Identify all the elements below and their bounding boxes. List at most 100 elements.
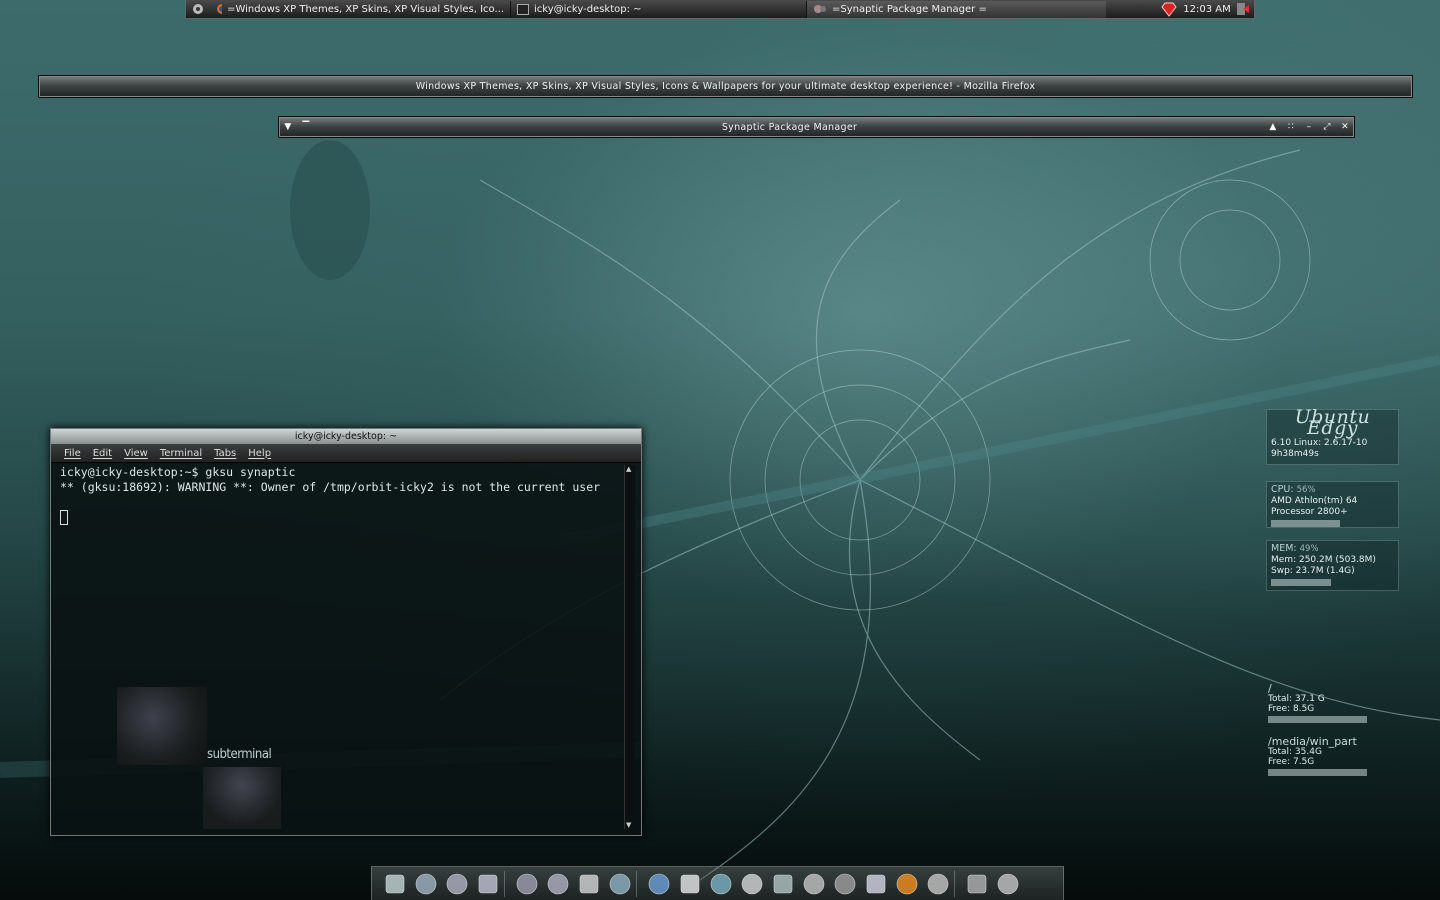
- tray-ruby-icon-button[interactable]: [1156, 1, 1182, 17]
- fs-total: Total: 35.4G: [1268, 747, 1322, 757]
- synaptic-icon: [814, 5, 826, 13]
- terminal-line: ** (gksu:18692): WARNING **: Owner of /t…: [60, 480, 601, 494]
- synaptic-window-titlebar[interactable]: ▼ ▔ Synaptic Package Manager ▲ ∷ – ⤢ ✕: [278, 116, 1355, 138]
- sword-launcher[interactable]: [737, 869, 767, 899]
- maximize-button[interactable]: ⤢: [1318, 122, 1336, 132]
- close-button[interactable]: ✕: [1336, 122, 1354, 132]
- terminal-output[interactable]: icky@icky-desktop:~$ gksu synaptic ** (g…: [57, 463, 623, 829]
- terminal-icon: [517, 3, 529, 15]
- taskbar-item-firefox[interactable]: =Windows XP Themes, XP Skins, XP Visual …: [210, 1, 510, 18]
- display-icon: [415, 873, 437, 894]
- opera-launcher[interactable]: [675, 869, 705, 899]
- logout-button[interactable]: [1232, 2, 1254, 16]
- pen-launcher[interactable]: [923, 869, 953, 899]
- scroll-up-arrow-icon[interactable]: ▲: [626, 465, 631, 473]
- calendar-launcher[interactable]: [574, 869, 604, 899]
- bin-icon: [997, 873, 1019, 894]
- firefox-window-titlebar[interactable]: Windows XP Themes, XP Skins, XP Visual S…: [38, 75, 1413, 98]
- gimp-launcher[interactable]: [830, 869, 860, 899]
- calendar-icon: [579, 874, 599, 893]
- mem-percent: 49%: [1299, 544, 1319, 554]
- display-launcher[interactable]: [411, 869, 441, 899]
- cpu-percent: 56%: [1296, 485, 1316, 495]
- top-panel: =Windows XP Themes, XP Skins, XP Visual …: [185, 0, 1255, 19]
- monitor-launcher[interactable]: [512, 869, 542, 899]
- menu-terminal[interactable]: Terminal: [160, 448, 202, 459]
- terminal-window: icky@icky-desktop: ~ File Edit View Term…: [50, 428, 642, 836]
- network-icon-2: [478, 874, 498, 893]
- users-icon: [773, 874, 793, 893]
- terminal-line: icky@icky-desktop:~$ gksu synaptic: [60, 465, 296, 479]
- unshade-button[interactable]: ▲: [1264, 122, 1282, 132]
- mem-label: MEM:: [1271, 543, 1297, 554]
- conky-system-box: Ubuntu Edgy 6.10 Linux: 2.6.17-10 9h38m4…: [1266, 406, 1399, 465]
- menu-edit[interactable]: Edit: [93, 448, 112, 459]
- firefox-icon: [217, 4, 223, 14]
- window-menu-button[interactable]: ▼: [279, 122, 297, 132]
- monitor-2-launcher[interactable]: [543, 869, 573, 899]
- terminal-menubar: File Edit View Terminal Tabs Help: [51, 444, 641, 463]
- conky-memory-box: MEM: 49% Mem: 250.2M (503.8M) Swp: 23.7M…: [1266, 540, 1399, 591]
- cpu-label: CPU:: [1271, 484, 1294, 495]
- speaker-icon: [967, 874, 987, 893]
- gear-launcher[interactable]: [605, 869, 635, 899]
- shade-button[interactable]: ▔: [297, 122, 315, 132]
- distro-logo: Ubuntu Edgy: [1294, 406, 1371, 439]
- firefox-launcher[interactable]: [644, 869, 674, 899]
- main-menu-button[interactable]: [186, 0, 210, 19]
- taskbar-label: =Windows XP Themes, XP Skins, XP Visual …: [227, 3, 504, 15]
- cpu-name: AMD Athlon(tm) 64: [1271, 496, 1358, 506]
- cpu-usage-bar: [1271, 520, 1340, 527]
- taskbar-label: icky@icky-desktop: ~: [534, 3, 642, 15]
- mem-line: Mem: 250.2M (503.8M): [1271, 555, 1376, 565]
- terminal-titlebar[interactable]: icky@icky-desktop: ~: [51, 429, 641, 444]
- swap-line: Swp: 23.7M (1.4G): [1271, 566, 1355, 576]
- fs-free: Free: 7.5G: [1268, 757, 1315, 767]
- gimp-icon: [834, 873, 856, 894]
- taskbar-item-synaptic[interactable]: =Synaptic Package Manager =: [806, 0, 1106, 18]
- fs-name: /media/win_part: [1268, 735, 1357, 748]
- clock[interactable]: 12:03 AM: [1182, 4, 1232, 15]
- globe-launcher[interactable]: [706, 869, 736, 899]
- window-title: Synaptic Package Manager: [721, 121, 858, 133]
- conky-cpu-box: CPU: 56% AMD Athlon(tm) 64 Processor 280…: [1266, 481, 1399, 528]
- fs-free: Free: 8.5G: [1268, 704, 1315, 714]
- taskbar-item-terminal[interactable]: icky@icky-desktop: ~: [510, 0, 806, 18]
- uptime: 9h38m49s: [1271, 449, 1319, 459]
- menu-view[interactable]: View: [124, 448, 148, 459]
- minimize-button[interactable]: –: [1300, 122, 1318, 132]
- monitor-icon-2: [547, 873, 569, 894]
- vlc-launcher[interactable]: [892, 869, 922, 899]
- window-title: Windows XP Themes, XP Skins, XP Visual S…: [415, 81, 1036, 92]
- fs-total: Total: 37.1 G: [1268, 694, 1325, 704]
- dock-separator: [954, 870, 961, 897]
- sticky-button[interactable]: ∷: [1282, 122, 1300, 132]
- globe-icon: [710, 873, 732, 894]
- cz-launcher[interactable]: [799, 869, 829, 899]
- menu-tabs[interactable]: Tabs: [214, 448, 236, 459]
- gear-icon: [609, 873, 631, 894]
- network-launcher[interactable]: [442, 869, 472, 899]
- speaker-launcher[interactable]: [962, 869, 992, 899]
- trash-launcher[interactable]: [380, 869, 410, 899]
- fs-win-part: /media/win_part Total: 35.4G Free: 7.5G: [1268, 735, 1378, 776]
- network-icon: [446, 873, 468, 894]
- taskbar-label: =Synaptic Package Manager =: [832, 3, 987, 15]
- mem-usage-bar: [1271, 579, 1331, 586]
- bin-launcher[interactable]: [993, 869, 1023, 899]
- mail-launcher[interactable]: [861, 869, 891, 899]
- menu-help[interactable]: Help: [248, 448, 271, 459]
- users-launcher[interactable]: [768, 869, 798, 899]
- dock: [371, 866, 1064, 900]
- network-2-launcher[interactable]: [473, 869, 503, 899]
- menu-icon: [193, 4, 203, 14]
- sword-icon: [741, 873, 763, 894]
- ruby-icon: [1161, 2, 1177, 17]
- scroll-down-arrow-icon[interactable]: ▼: [626, 821, 631, 829]
- dock-separator: [636, 870, 643, 897]
- dock-separator: [504, 870, 511, 897]
- terminal-scrollbar[interactable]: ▲ ▼: [624, 465, 635, 829]
- menu-file[interactable]: File: [64, 448, 81, 459]
- logout-icon: [1237, 3, 1249, 15]
- fs-root: / Total: 37.1 G Free: 8.5G: [1268, 683, 1378, 723]
